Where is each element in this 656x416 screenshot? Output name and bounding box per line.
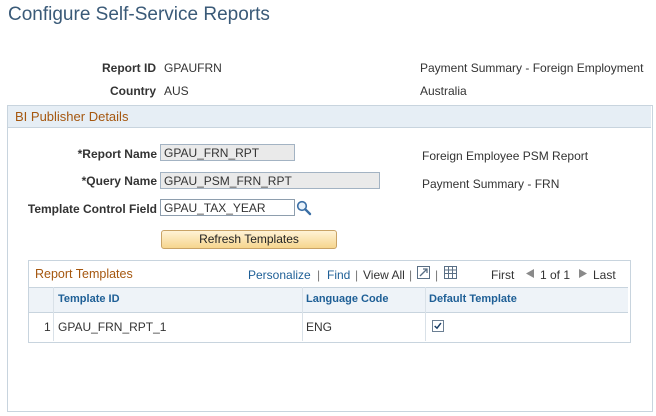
nav-separator: |	[355, 268, 359, 282]
query-name-label: *Query Name	[81, 174, 157, 188]
prev-arrow-icon[interactable]	[525, 268, 535, 279]
column-header-default-template[interactable]: Default Template	[429, 293, 517, 305]
column-header-template-id[interactable]: Template ID	[58, 293, 120, 305]
find-link[interactable]: Find	[327, 268, 350, 282]
page-range: 1 of 1	[540, 268, 571, 282]
column-divider	[53, 287, 54, 341]
zoom-grid-icon[interactable]	[417, 266, 430, 279]
view-all-link[interactable]: View All	[363, 268, 405, 282]
bi-publisher-header: BI Publisher Details	[15, 109, 129, 124]
row-number: 1	[44, 320, 51, 334]
report-name-label: *Report Name	[77, 147, 157, 161]
query-name-description: Payment Summary - FRN	[422, 177, 560, 191]
nav-separator: |	[435, 268, 439, 282]
download-grid-icon[interactable]	[444, 266, 457, 279]
language-code-cell: ENG	[306, 320, 333, 334]
last-link[interactable]: Last	[593, 268, 616, 282]
country-label: Country	[110, 84, 156, 98]
checkmark-icon	[434, 322, 442, 330]
magnifier-icon[interactable]	[296, 200, 312, 216]
page-title: Configure Self-Service Reports	[8, 4, 270, 25]
template-control-field-input[interactable]: GPAU_TAX_YEAR	[160, 199, 295, 216]
refresh-templates-button[interactable]: Refresh Templates	[161, 230, 337, 249]
report-name-description: Foreign Employee PSM Report	[422, 149, 589, 163]
nav-separator: |	[409, 268, 413, 282]
template-id-cell: GPAU_FRN_RPT_1	[58, 320, 167, 334]
column-header-language-code[interactable]: Language Code	[306, 293, 389, 305]
country-value: AUS	[164, 84, 189, 98]
report-id-label: Report ID	[102, 61, 156, 75]
report-id-description: Payment Summary - Foreign Employment	[420, 61, 644, 75]
column-divider	[425, 287, 426, 341]
report-name-field: GPAU_FRN_RPT	[160, 144, 295, 161]
template-control-field-label: Template Control Field	[27, 202, 157, 216]
column-divider	[302, 287, 303, 341]
query-name-field: GPAU_PSM_FRN_RPT	[160, 172, 380, 189]
report-templates-title: Report Templates	[35, 267, 133, 281]
nav-separator: |	[317, 268, 321, 282]
default-template-checkbox[interactable]	[432, 320, 444, 332]
country-description: Australia	[420, 84, 467, 98]
personalize-link[interactable]: Personalize	[248, 268, 311, 282]
next-arrow-icon[interactable]	[578, 268, 588, 279]
report-id-value: GPAUFRN	[164, 61, 222, 75]
first-link[interactable]: First	[491, 268, 514, 282]
